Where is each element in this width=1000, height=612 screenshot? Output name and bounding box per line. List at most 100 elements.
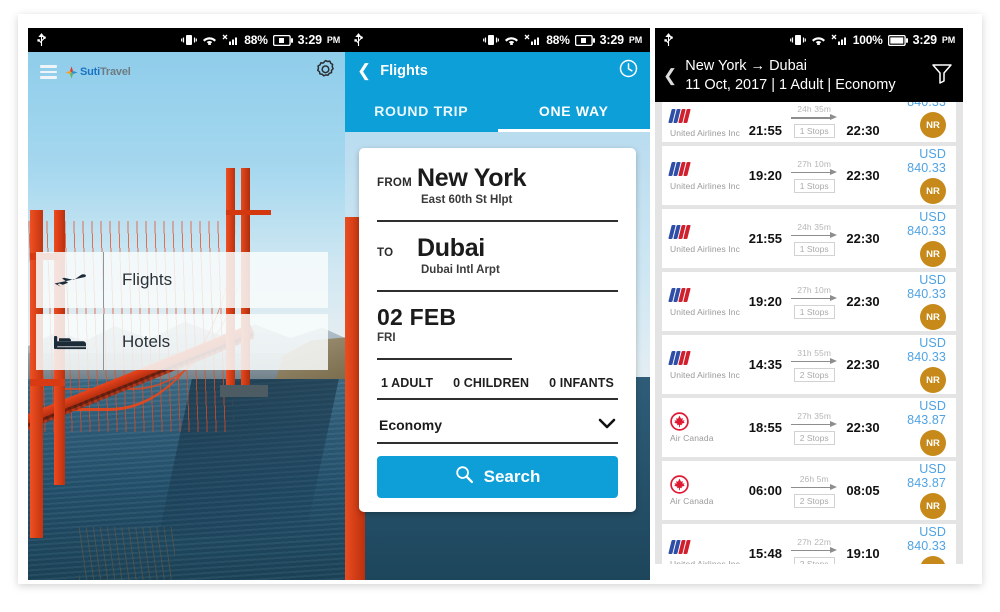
arrow-right-icon <box>791 231 838 240</box>
status-badge: NR <box>920 112 946 138</box>
airline-info: United Airlines Inc <box>668 349 746 380</box>
flights-app-bar: ❮ Flights <box>345 52 650 90</box>
airline-name: United Airlines Inc <box>670 181 740 191</box>
results-app-bar: ❮ New York → Dubai 11 Oct, 2017 | 1 Adul… <box>655 52 963 102</box>
flight-result-row[interactable]: United Airlines Inc 19:20 27h 10m 1 Stops 22… <box>662 146 956 205</box>
flight-result-row[interactable]: United Airlines Inc 21:55 24h 35m 1 Stops 22… <box>662 209 956 268</box>
cabin-class-value: Economy <box>379 417 443 433</box>
filter-funnel-icon[interactable] <box>931 62 953 91</box>
hamburger-menu-icon[interactable] <box>40 65 57 79</box>
flight-duration: 27h 22m <box>797 536 832 547</box>
flight-price: USD 840.33 <box>907 210 946 238</box>
departure-time: 19:20 <box>748 294 782 309</box>
airline-info: Air Canada <box>670 474 746 506</box>
chevron-left-icon[interactable]: ❮ <box>663 66 677 86</box>
bridge-tower-near-crossbeam-bottom <box>30 379 65 387</box>
flight-duration: 27h 10m <box>797 158 832 169</box>
status-badge: NR <box>920 241 946 267</box>
arrival-time: 22:30 <box>846 357 880 372</box>
page-title: Flights <box>380 63 428 79</box>
stops-badge: 1 Stops <box>793 304 835 319</box>
stops-badge: 1 Stops <box>793 178 835 193</box>
chevron-left-icon[interactable]: ❮ <box>357 61 371 81</box>
divider <box>377 358 512 360</box>
battery-icon <box>574 34 595 46</box>
wifi-icon <box>504 34 519 46</box>
airline-name: United Airlines Inc <box>670 559 740 564</box>
battery-percent: 88% <box>244 33 268 47</box>
flight-result-row[interactable]: United Airlines Inc 21:55 24h 35m 1 Stops 22… <box>662 102 956 142</box>
price-block: USD 840.33 NR <box>882 102 946 138</box>
usb-icon <box>663 33 674 47</box>
passengers-field[interactable]: 1 ADULT 0 CHILDREN 0 INFANTS <box>377 372 618 390</box>
status-badge: NR <box>920 493 946 519</box>
from-city-value: New York <box>417 164 527 192</box>
arrival-time: 22:30 <box>846 420 880 435</box>
flight-result-row[interactable]: Air Canada 18:55 27h 35m 2 Stops 22:30 USD 84… <box>662 398 956 457</box>
flight-result-row[interactable]: United Airlines Inc 15:48 27h 22m 2 Stops 19… <box>662 524 956 564</box>
flight-price: USD 840.33 <box>907 273 946 301</box>
flight-result-row[interactable]: United Airlines Inc 19:20 27h 10m 1 Stops 22… <box>662 272 956 331</box>
status-badge: NR <box>920 556 946 564</box>
united-airlines-logo <box>668 223 746 241</box>
search-form-body: FROM New York East 60th St Hlpt TO Dubai… <box>345 132 650 580</box>
chevron-down-icon[interactable] <box>598 416 616 434</box>
wifi-icon <box>811 34 826 46</box>
status-badge: NR <box>920 367 946 393</box>
search-icon <box>455 465 474 489</box>
battery-percent: 88% <box>546 33 570 47</box>
duration-stops: 27h 35m 2 Stops <box>785 411 844 445</box>
departure-time: 21:55 <box>748 123 782 138</box>
divider <box>377 220 618 222</box>
departure-time: 19:20 <box>748 168 782 183</box>
from-field[interactable]: FROM New York East 60th St Hlpt <box>377 164 618 212</box>
usb-icon <box>36 33 47 47</box>
battery-icon <box>887 34 908 46</box>
route-summary: New York → Dubai <box>685 58 807 74</box>
airline-name: United Airlines Inc <box>670 307 740 317</box>
screenshot-root: 88% 3:29 PM SutiTravel Flights Hotels 88… <box>0 0 1000 612</box>
infants-count: 0 INFANTS <box>549 376 614 390</box>
search-button[interactable]: Search <box>377 456 618 498</box>
to-field[interactable]: TO Dubai Dubai Intl Arpt <box>377 234 618 282</box>
airplane-icon <box>36 252 104 308</box>
clock-ampm: PM <box>941 35 955 45</box>
arrow-right-icon <box>791 114 838 122</box>
duration-stops: 31h 55m 2 Stops <box>785 348 844 382</box>
duration-stops: 27h 10m 1 Stops <box>785 285 844 319</box>
airline-info: Air Canada <box>670 411 746 443</box>
from-label: FROM <box>377 177 413 189</box>
flight-result-row[interactable]: Air Canada 06:00 26h 5m 2 Stops 08:05 USD 843… <box>662 461 956 520</box>
adults-count: 1 ADULT <box>381 376 434 390</box>
airline-name: Air Canada <box>670 496 714 506</box>
tab-round-trip[interactable]: ROUND TRIP <box>345 90 498 132</box>
flight-result-row[interactable]: United Airlines Inc 14:35 31h 55m 2 Stops 22… <box>662 335 956 394</box>
tab-one-way[interactable]: ONE WAY <box>497 90 651 132</box>
air-canada-logo <box>670 474 746 494</box>
home-top-bar: SutiTravel <box>28 52 348 92</box>
status-badge: NR <box>920 430 946 456</box>
airline-info: United Airlines Inc <box>668 107 746 138</box>
phone-screen-results: 100% 3:29 PM ❮ New York → Dubai 11 Oct, … <box>655 28 963 578</box>
sidebar-item-flights[interactable]: Flights <box>36 252 328 308</box>
clock-history-icon[interactable] <box>619 59 638 83</box>
depart-date-field[interactable]: 02 FEB FRI <box>377 304 618 350</box>
flight-price: USD 843.87 <box>907 462 946 490</box>
airline-name: Air Canada <box>670 433 714 443</box>
arrival-time: 08:05 <box>846 483 880 498</box>
signal-icon <box>831 34 848 46</box>
flight-price: USD 840.33 <box>907 147 946 175</box>
arrow-right-icon <box>791 546 838 555</box>
sidebar-item-hotels[interactable]: Hotels <box>36 314 328 370</box>
gear-icon[interactable] <box>315 59 336 85</box>
arrow-right-icon <box>791 420 838 429</box>
children-count: 0 CHILDREN <box>453 376 530 390</box>
flight-search-form: FROM New York East 60th St Hlpt TO Dubai… <box>359 148 636 512</box>
bridge-tower-base <box>220 384 268 397</box>
flight-results-list[interactable]: United Airlines Inc 21:55 24h 35m 1 Stops 22… <box>655 102 963 564</box>
arrival-time: 22:30 <box>846 168 880 183</box>
bed-icon <box>36 314 104 370</box>
cabin-class-select[interactable]: Economy <box>377 412 618 434</box>
flight-price: USD 843.87 <box>907 399 946 427</box>
vibrate-icon <box>483 34 500 46</box>
